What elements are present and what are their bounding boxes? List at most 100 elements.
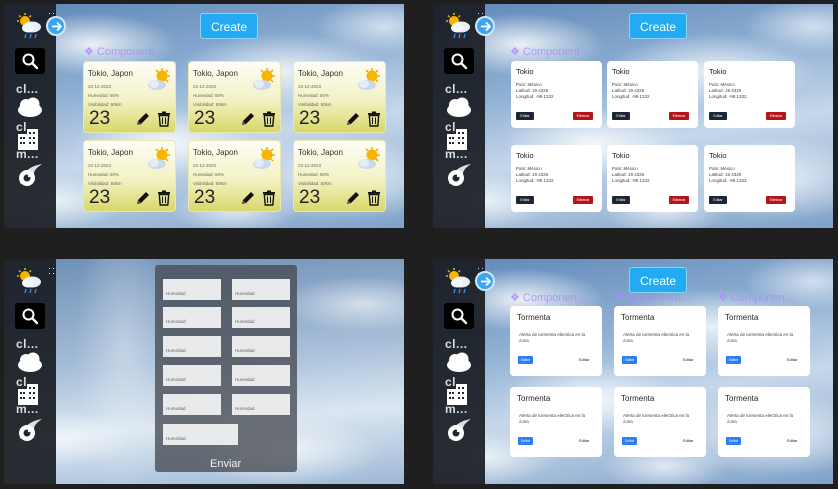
humidity-input[interactable]: Humedad xyxy=(232,307,290,328)
delete-button[interactable]: Eliminar xyxy=(669,196,689,204)
card-title: Tormenta xyxy=(725,313,759,322)
edit-pen-icon[interactable] xyxy=(135,190,151,211)
trash-icon[interactable] xyxy=(157,111,171,132)
more-icon[interactable]: ···· xyxy=(48,264,56,278)
card-title: Tormenta xyxy=(621,313,655,322)
building-icon[interactable] xyxy=(445,383,471,410)
edit-pen-icon[interactable] xyxy=(345,190,361,211)
sidebar-label[interactable]: cl... xyxy=(445,82,468,96)
edit-button[interactable]: Editar xyxy=(516,196,534,204)
edit-link[interactable]: Editar xyxy=(579,438,589,443)
edit-link[interactable]: Editar xyxy=(787,438,797,443)
cloud-icon[interactable] xyxy=(445,351,473,378)
delete-button[interactable]: Eliminar xyxy=(573,112,593,120)
partly-sunny-icon xyxy=(146,146,172,177)
edit-button[interactable]: Editar xyxy=(622,437,637,445)
edit-pen-icon[interactable] xyxy=(345,111,361,132)
weather-rain-sun-icon[interactable] xyxy=(14,267,44,302)
longitude: Longitud: -99.1332 xyxy=(516,94,554,99)
search-button[interactable] xyxy=(444,303,474,329)
humidity-input[interactable]: Humedad xyxy=(163,307,221,328)
weather-card[interactable]: Tokio, Japon 22-12-2023 Humedad: 50% Visibi… xyxy=(83,140,176,212)
humidity-input[interactable]: Humedad xyxy=(232,279,290,300)
weather-card[interactable]: Tokio, Japon 22-12-2023 Humedad: 50% Visibi… xyxy=(293,140,386,212)
edit-button[interactable]: Editar xyxy=(726,356,741,364)
search-button[interactable] xyxy=(15,48,45,74)
search-button[interactable] xyxy=(15,303,45,329)
edit-button[interactable]: Editar xyxy=(612,112,630,120)
edit-button[interactable]: Editar xyxy=(622,356,637,364)
trash-icon[interactable] xyxy=(367,190,381,211)
humidity-input[interactable]: Humedad xyxy=(232,394,290,415)
cloud-icon[interactable] xyxy=(16,96,44,123)
edit-link[interactable]: Editar xyxy=(683,438,693,443)
cloud-icon[interactable] xyxy=(16,351,44,378)
weather-card[interactable]: Tokio, Japon 22-12-2023 Humedad: 50% Visibi… xyxy=(188,140,281,212)
humidity-input[interactable]: Humedad xyxy=(163,424,238,445)
create-button[interactable]: Create xyxy=(629,267,687,293)
humidity-input[interactable]: Humedad xyxy=(163,365,221,386)
trash-icon[interactable] xyxy=(262,111,276,132)
edit-button[interactable]: Editar xyxy=(709,112,727,120)
trash-icon[interactable] xyxy=(367,111,381,132)
weather-rain-sun-icon[interactable] xyxy=(443,267,473,302)
create-button[interactable]: Create xyxy=(629,13,687,39)
humidity-input[interactable]: Humedad xyxy=(232,336,290,357)
trash-icon[interactable] xyxy=(157,190,171,211)
building-icon[interactable] xyxy=(16,383,42,410)
building-icon[interactable] xyxy=(16,128,42,155)
storm-alert-card: Tormenta Alerta de tormenta electrica en … xyxy=(510,306,602,376)
edit-link[interactable]: Editar xyxy=(683,357,693,362)
submit-button[interactable]: Enviar xyxy=(210,458,241,470)
country: País: México xyxy=(612,166,638,171)
city-name: Tokio, Japon xyxy=(193,69,238,78)
search-button[interactable] xyxy=(444,48,474,74)
weather-card[interactable]: Tokio, Japon 22-12-2023 Humedad: 50% Visibi… xyxy=(293,61,386,133)
delete-button[interactable]: Eliminar xyxy=(766,112,786,120)
collapse-arrow-button[interactable] xyxy=(475,271,495,291)
edit-button[interactable]: Editar xyxy=(709,196,727,204)
edit-pen-icon[interactable] xyxy=(240,111,256,132)
sidebar-label[interactable]: cl... xyxy=(16,337,39,351)
weather-rain-sun-icon[interactable] xyxy=(14,12,44,47)
delete-button[interactable]: Eliminar xyxy=(573,196,593,204)
weather-card[interactable]: Tokio, Japon 22-12-2023 Humedad: 50% Visibi… xyxy=(83,61,176,133)
humidity-input[interactable]: Humedad xyxy=(163,279,221,300)
comet-icon[interactable] xyxy=(16,162,44,193)
edit-link[interactable]: Editar xyxy=(579,357,589,362)
weather-rain-sun-icon[interactable] xyxy=(443,12,473,47)
humidity-input[interactable]: Humedad xyxy=(232,365,290,386)
edit-button[interactable]: Editar xyxy=(518,437,533,445)
comet-icon[interactable] xyxy=(445,162,473,193)
country: País: México xyxy=(709,166,735,171)
cloud-icon[interactable] xyxy=(445,96,473,123)
edit-button[interactable]: Editar xyxy=(516,112,534,120)
humidity-input[interactable]: Humedad xyxy=(163,336,221,357)
edit-button[interactable]: Editar xyxy=(726,437,741,445)
city-name: Tokio, Japon xyxy=(193,148,238,157)
comet-icon[interactable] xyxy=(16,417,44,448)
collapse-arrow-button[interactable] xyxy=(475,16,495,36)
weather-card[interactable]: Tokio, Japon 22-12-2023 Humedad: 50% Visibi… xyxy=(188,61,281,133)
delete-button[interactable]: Eliminar xyxy=(669,112,689,120)
sidebar-label[interactable]: cl... xyxy=(445,337,468,351)
building-icon[interactable] xyxy=(445,128,471,155)
humidity-input[interactable]: Humedad xyxy=(163,394,221,415)
edit-pen-icon[interactable] xyxy=(135,111,151,132)
create-button[interactable]: Create xyxy=(200,13,258,39)
country: País: México xyxy=(516,82,542,87)
trash-icon[interactable] xyxy=(262,190,276,211)
collapse-arrow-button[interactable] xyxy=(46,16,66,36)
sidebar-label[interactable]: cl... xyxy=(16,82,39,96)
storm-alert-card: Tormenta Alerta de tormenta electrica en … xyxy=(614,306,706,376)
edit-link[interactable]: Editar xyxy=(787,357,797,362)
country: País: México xyxy=(612,82,638,87)
delete-button[interactable]: Eliminar xyxy=(766,196,786,204)
comet-icon[interactable] xyxy=(445,417,473,448)
edit-button[interactable]: Editar xyxy=(518,356,533,364)
edit-pen-icon[interactable] xyxy=(240,190,256,211)
humidity: Humedad: 50% xyxy=(88,93,120,98)
edit-button[interactable]: Editar xyxy=(612,196,630,204)
partly-sunny-icon xyxy=(356,67,382,98)
component-label: ❖ Component xyxy=(510,46,580,58)
